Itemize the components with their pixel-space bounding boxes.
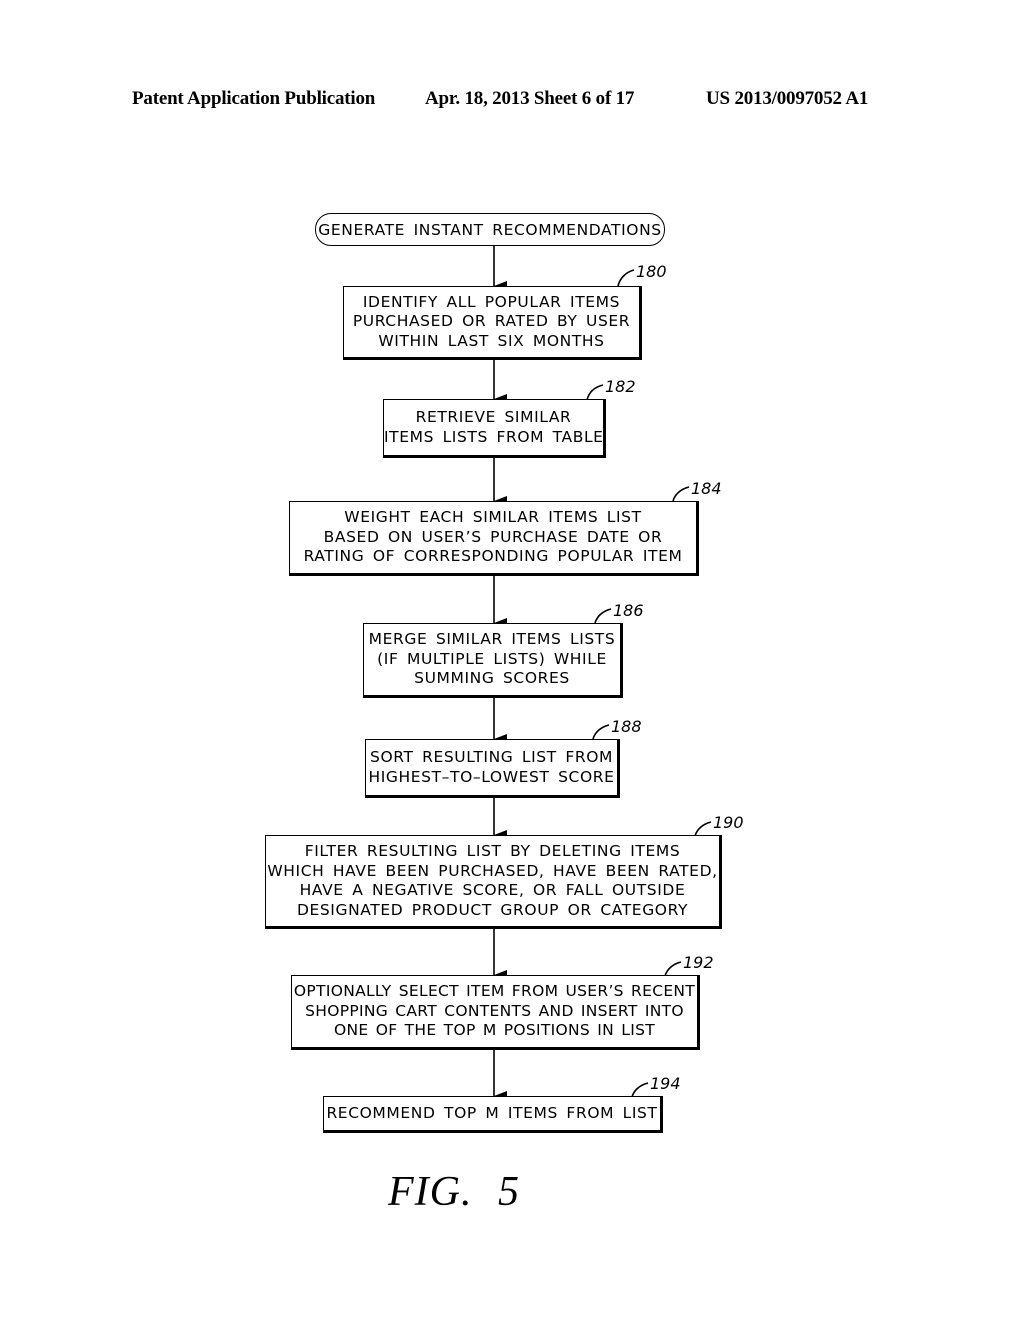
ref-190: 190: [713, 813, 744, 832]
step-text: HIGHEST–TO–LOWEST SCORE: [368, 767, 615, 786]
step-text: DESIGNATED PRODUCT GROUP OR CATEGORY: [296, 900, 689, 919]
leader-182: [586, 384, 604, 401]
step-text: WHICH HAVE BEEN PURCHASED, HAVE BEEN RAT…: [267, 861, 718, 880]
step-text: BASED ON USER’S PURCHASE DATE OR: [323, 527, 663, 546]
leader-186: [594, 608, 612, 624]
step-text: OPTIONALLY SELECT ITEM FROM USER’S RECEN…: [293, 982, 696, 1001]
step-194-box: RECOMMEND TOP M ITEMS FROM LIST: [323, 1096, 663, 1133]
step-184-box: WEIGHT EACH SIMILAR ITEMS LIST BASED ON …: [289, 501, 699, 576]
step-186-box: MERGE SIMILAR ITEMS LISTS (IF MULTIPLE L…: [363, 623, 623, 698]
leader-184: [672, 486, 690, 502]
step-text: HAVE A NEGATIVE SCORE, OR FALL OUTSIDE: [299, 881, 686, 899]
leader-192: [664, 961, 682, 977]
figure-label: FIG. 5: [388, 1169, 520, 1215]
start-terminal: GENERATE INSTANT RECOMMENDATIONS: [315, 213, 665, 246]
ref-192: 192: [683, 953, 714, 972]
step-text: ITEMS LISTS FROM TABLE: [384, 427, 604, 446]
step-192-box: OPTIONALLY SELECT ITEM FROM USER’S RECEN…: [291, 975, 700, 1050]
ref-182: 182: [605, 377, 636, 396]
step-text: PURCHASED OR RATED BY USER: [352, 312, 631, 331]
step-text: RECOMMEND TOP M ITEMS FROM LIST: [326, 1103, 658, 1122]
step-text: FILTER RESULTING LIST BY DELETING ITEMS: [304, 842, 681, 860]
ref-186: 186: [613, 601, 644, 620]
step-text: IDENTIFY ALL POPULAR ITEMS: [362, 292, 621, 311]
step-190-box: FILTER RESULTING LIST BY DELETING ITEMS …: [265, 835, 722, 929]
step-text: WEIGHT EACH SIMILAR ITEMS LIST: [344, 508, 642, 527]
leader-188: [592, 724, 610, 740]
step-188-box: SORT RESULTING LIST FROM HIGHEST–TO–LOWE…: [365, 739, 620, 798]
step-text: SHOPPING CART CONTENTS AND INSERT INTO: [305, 1001, 684, 1020]
step-text: (IF MULTIPLE LISTS) WHILE: [377, 649, 607, 668]
step-text: ONE OF THE TOP M POSITIONS IN LIST: [333, 1021, 655, 1040]
leader-194: [631, 1082, 649, 1098]
ref-194: 194: [650, 1074, 681, 1093]
step-182-box: RETRIEVE SIMILAR ITEMS LISTS FROM TABLE: [383, 399, 606, 458]
step-text: SORT RESULTING LIST FROM: [370, 748, 613, 766]
step-text: MERGE SIMILAR ITEMS LISTS: [368, 630, 616, 649]
step-text: WITHIN LAST SIX MONTHS: [378, 331, 605, 350]
leader-180: [617, 269, 635, 287]
ref-180: 180: [636, 262, 667, 281]
step-text: RATING OF CORRESPONDING POPULAR ITEM: [303, 547, 683, 566]
ref-184: 184: [691, 479, 722, 498]
step-text: SUMMING SCORES: [414, 669, 570, 688]
ref-188: 188: [611, 717, 642, 736]
leader-190: [694, 821, 712, 837]
step-180-box: IDENTIFY ALL POPULAR ITEMS PURCHASED OR …: [343, 286, 642, 360]
step-text: RETRIEVE SIMILAR: [415, 408, 572, 426]
